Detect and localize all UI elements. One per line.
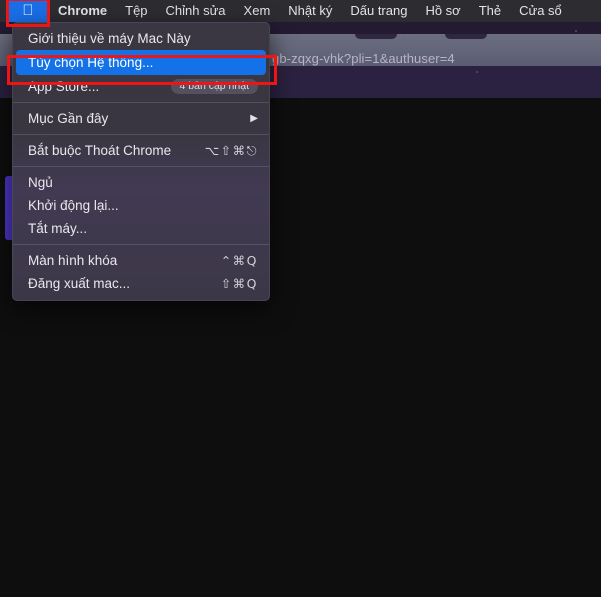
menu-item-label: Ngủ <box>28 175 53 190</box>
macos-menu-bar:  Chrome Tệp Chỉnh sửa Xem Nhật ký Dấu t… <box>0 0 601 22</box>
menubar-item-tab[interactable]: Thẻ <box>470 0 510 22</box>
menubar-item-window[interactable]: Cửa sổ <box>510 0 571 22</box>
menubar-item-edit[interactable]: Chỉnh sửa <box>157 0 235 22</box>
menubar-item-profiles[interactable]: Hồ sơ <box>416 0 469 22</box>
menubar-item-bookmarks[interactable]: Dấu trang <box>341 0 416 22</box>
menu-separator <box>13 166 269 167</box>
menu-item-system-preferences[interactable]: Tùy chọn Hệ thống... <box>16 50 266 75</box>
menu-item-shortcut: ⇧⌘Q <box>220 276 258 291</box>
menubar-item-file[interactable]: Tệp <box>116 0 156 22</box>
menu-item-sleep[interactable]: Ngủ <box>13 171 269 194</box>
browser-url-text: gb-zqxg-vhk?pli=1&authuser=4 <box>272 51 455 66</box>
apple-menu-button[interactable]:  <box>8 0 48 22</box>
menubar-item-chrome[interactable]: Chrome <box>48 0 116 22</box>
menu-item-label: Mục Gần đây <box>28 111 109 126</box>
menubar-item-view[interactable]: Xem <box>235 0 280 22</box>
apple-logo-icon:  <box>22 3 33 18</box>
menu-item-label: Khởi động lại... <box>28 198 119 213</box>
menu-item-restart[interactable]: Khởi động lại... <box>13 194 269 217</box>
menu-item-shortcut: ⌥⇧⌘⎋ <box>204 142 258 158</box>
browser-tab-notch <box>445 34 487 39</box>
menu-item-about-this-mac[interactable]: Giới thiệu về máy Mac Này <box>13 27 269 50</box>
menu-item-force-quit[interactable]: Bắt buộc Thoát Chrome ⌥⇧⌘⎋ <box>13 139 269 162</box>
submenu-arrow-icon: ▶ <box>250 113 258 124</box>
menu-item-label: Màn hình khóa <box>28 253 118 268</box>
desktop-screen: gb-zqxg-vhk?pli=1&authuser=4  Chrome Tệ… <box>0 0 601 597</box>
menubar-item-history[interactable]: Nhật ký <box>279 0 341 22</box>
menu-item-lock-screen[interactable]: Màn hình khóa ⌃⌘Q <box>13 249 269 272</box>
menu-separator <box>13 134 269 135</box>
menu-separator <box>13 102 269 103</box>
browser-tab-notch <box>355 34 397 39</box>
menu-item-recent-items[interactable]: Mục Gần đây ▶ <box>13 107 269 130</box>
speck <box>407 36 409 38</box>
speck <box>476 71 478 73</box>
menu-item-shut-down[interactable]: Tắt máy... <box>13 217 269 240</box>
menu-item-label: App Store... <box>28 79 100 94</box>
menu-item-label: Tắt máy... <box>28 221 88 236</box>
menu-item-label: Đăng xuất mac... <box>28 276 131 291</box>
apple-dropdown-menu: Giới thiệu về máy Mac Này Tùy chọn Hệ th… <box>12 22 270 301</box>
menu-separator <box>13 244 269 245</box>
menu-item-app-store[interactable]: App Store... 4 bản cập nhật <box>13 75 269 98</box>
menu-item-label: Tùy chọn Hệ thống... <box>28 55 154 70</box>
app-store-updates-badge: 4 bản cập nhật <box>170 78 258 95</box>
speck <box>575 30 577 32</box>
menu-item-label: Bắt buộc Thoát Chrome <box>28 143 172 158</box>
menu-item-log-out[interactable]: Đăng xuất mac... ⇧⌘Q <box>13 272 269 295</box>
menu-item-label: Giới thiệu về máy Mac Này <box>28 31 191 46</box>
menu-item-shortcut: ⌃⌘Q <box>220 253 258 268</box>
